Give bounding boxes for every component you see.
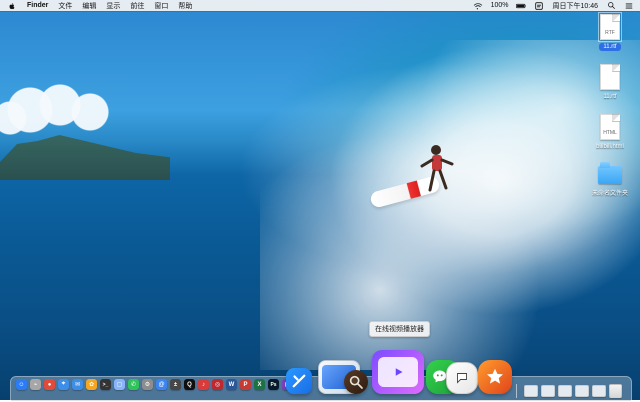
battery-percent: 100% [490,2,509,9]
music-icon[interactable]: ♪ [198,379,209,390]
excel-icon[interactable]: X [254,379,265,390]
mail-icon[interactable]: ✉ [72,379,83,390]
dock-small-icons: ☺ ⌁ ● ⌖ ✉ ✿ >_ ▢ ✆ ⚙ @ ± Q ♪ ◎ W P X Ps … [16,379,293,390]
desktop-item-11-rtf-selected[interactable]: RTF 11.rtf [582,12,638,51]
folder-icon [598,162,622,184]
menu-view[interactable]: 显示 [106,1,120,11]
online-video-player-icon[interactable] [372,350,424,394]
clock[interactable]: 周日下午10:46 [552,1,598,11]
chrome-icon[interactable]: ● [44,379,55,390]
battery-icon[interactable] [516,1,527,11]
preview-icon[interactable]: ▢ [114,379,125,390]
menu-help[interactable]: 帮助 [178,1,192,11]
netease-icon[interactable]: ◎ [212,379,223,390]
calculator-icon[interactable]: ± [170,379,181,390]
desktop-item-label: 11.rtf [599,43,621,51]
star-app-icon[interactable] [478,360,512,394]
video-player-surface [378,357,418,387]
spotlight-icon[interactable] [606,1,616,11]
menu-bar-left: Finder 文件 编辑 显示 前往 窗口 帮助 [0,1,192,11]
messages-icon[interactable]: ✆ [128,379,139,390]
menu-window[interactable]: 窗口 [154,1,168,11]
desktop-item-untitled-folder[interactable]: 未命名文件夹 [582,162,638,198]
html-file-icon: HTML [600,114,620,140]
dock-right-stacks [512,384,622,398]
apple-icon[interactable] [7,1,17,11]
dock-separator [516,384,517,398]
rtf-file-icon [600,64,620,90]
file-mini-label: RTF [605,30,615,36]
documents-stack[interactable] [541,385,555,397]
recent-stack[interactable] [575,385,589,397]
safari-icon[interactable]: ⌖ [58,379,69,390]
apps-stack[interactable] [592,385,606,397]
finder-icon[interactable]: ☺ [16,379,27,390]
pdf-icon[interactable]: P [240,379,251,390]
menu-app-finder[interactable]: Finder [27,2,48,9]
settings-icon[interactable]: ⚙ [142,379,153,390]
rtf-file-icon: RTF [598,12,622,42]
menu-file[interactable]: 文件 [58,1,72,11]
launchpad-icon[interactable]: ⌁ [30,379,41,390]
desktop-item-label: 11.rtf [603,94,617,100]
menu-extra-icon[interactable] [624,1,634,11]
menu-edit[interactable]: 编辑 [82,1,96,11]
wifi-icon[interactable] [473,1,483,11]
desktop-stack[interactable] [558,385,572,397]
downloads-stack[interactable] [524,385,538,397]
magnifier-icon[interactable] [344,370,368,394]
mail-app-icon[interactable]: @ [156,379,167,390]
dock-tooltip: 在线视频播放器 [369,321,430,337]
menu-go[interactable]: 前往 [130,1,144,11]
desktop-item-bilibili-html[interactable]: HTML bilibili.html [582,114,638,151]
trash-icon[interactable] [609,384,622,398]
desktop-item-label: bilibili.html [596,144,624,150]
ps-icon[interactable]: Ps [268,379,279,390]
wallpaper-clouds [0,80,130,140]
desktop-item-11-rtf[interactable]: 11.rtf [582,64,638,101]
file-mini-label: HTML [603,130,617,136]
xcode-icon[interactable] [286,368,312,394]
chat-bubble-icon[interactable] [446,362,478,394]
notification-icon[interactable] [534,1,544,11]
word-icon[interactable]: W [226,379,237,390]
menu-bar-right: 100% 周日下午10:46 [473,0,634,11]
menu-bar: Finder 文件 编辑 显示 前往 窗口 帮助 100% 周日下午10:46 [0,0,640,11]
desktop-item-label: 未命名文件夹 [591,191,628,197]
wallpaper-surfer [420,145,454,192]
qq-icon[interactable]: Q [184,379,195,390]
photos-icon[interactable]: ✿ [86,379,97,390]
terminal-icon[interactable]: >_ [100,379,111,390]
